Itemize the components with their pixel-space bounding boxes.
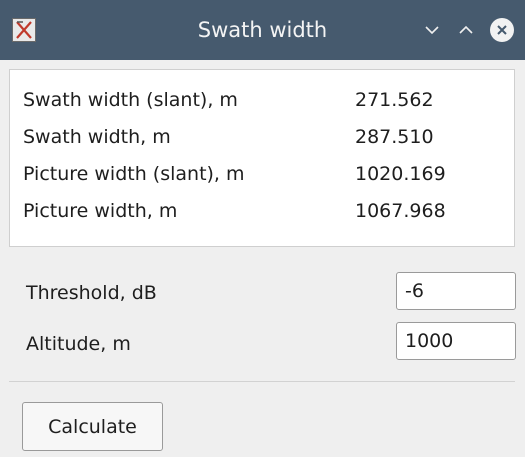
result-value: 1020.169 [355,163,446,185]
altitude-label: Altitude, m [26,333,131,355]
altitude-input[interactable] [396,322,516,360]
threshold-label: Threshold, dB [26,282,157,304]
chevron-up-icon [459,25,473,34]
result-label: Swath width (slant), m [23,89,238,111]
result-row: Swath width (slant), m 271.562 [10,85,510,115]
result-label: Picture width (slant), m [23,163,245,185]
calculate-button[interactable]: Calculate [22,402,163,451]
result-label: Picture width, m [23,200,178,222]
divider [9,381,515,382]
result-row: Swath width, m 287.510 [10,122,510,152]
title-bar[interactable]: Swath width [0,0,525,60]
threshold-input[interactable] [396,272,516,310]
chevron-down-icon [425,26,439,35]
swath-width-window: Swath width Swath width (slant), m 271.5… [0,0,525,457]
parameters-form: Threshold, dB Altitude, m [0,248,525,378]
maximize-button[interactable] [452,16,480,44]
results-panel: Swath width (slant), m 271.562 Swath wid… [9,69,515,247]
minimize-button[interactable] [418,16,446,44]
close-button[interactable] [488,16,516,44]
result-label: Swath width, m [23,126,171,148]
result-value: 1067.968 [355,200,446,222]
close-icon [490,18,514,42]
result-value: 271.562 [355,89,434,111]
window-title: Swath width [197,18,328,42]
result-row: Picture width, m 1067.968 [10,196,510,226]
result-value: 287.510 [355,126,434,148]
result-row: Picture width (slant), m 1020.169 [10,159,510,189]
